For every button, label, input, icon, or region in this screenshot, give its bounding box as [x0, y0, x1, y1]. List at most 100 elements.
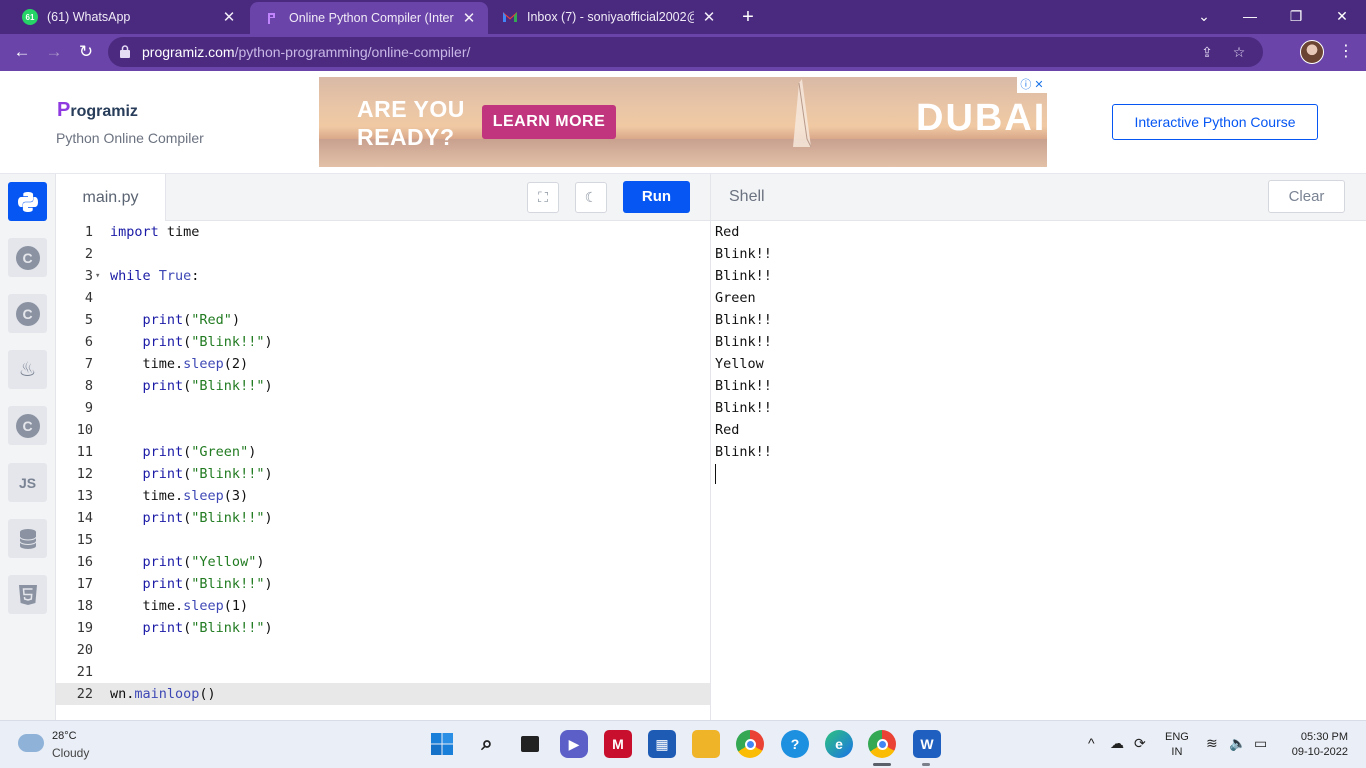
code-line[interactable]: 3 ▾ while True:	[56, 265, 710, 287]
onedrive-offline-icon[interactable]: ☁	[1110, 735, 1124, 752]
code-line[interactable]: 11 print("Green")	[56, 441, 710, 463]
code-line[interactable]: 13 time.sleep(3)	[56, 485, 710, 507]
clear-button[interactable]: Clear	[1268, 180, 1345, 213]
code-line[interactable]: 6 print("Blink!!")	[56, 331, 710, 353]
weather-description[interactable]: Cloudy	[52, 746, 89, 760]
reload-icon[interactable]: ↻	[72, 38, 100, 66]
code-line[interactable]: 16 print("Yellow")	[56, 551, 710, 573]
language-csharp-button[interactable]: C	[8, 406, 47, 445]
share-icon[interactable]: ⇪	[1198, 43, 1216, 61]
interactive-python-course-button[interactable]: Interactive Python Course	[1112, 104, 1318, 140]
address-bar[interactable]: programiz.com/python-programming/online-…	[108, 37, 1263, 67]
close-tab-icon[interactable]: ✕	[700, 8, 718, 26]
csharp-icon: C	[15, 413, 40, 438]
close-window-icon[interactable]: ✕	[1319, 0, 1365, 34]
tab-whatsapp[interactable]: 61 (61) WhatsApp ✕	[8, 0, 248, 34]
language-html-button[interactable]	[8, 575, 47, 614]
language-sql-button[interactable]	[8, 519, 47, 558]
code-line[interactable]: 7 time.sleep(2)	[56, 353, 710, 375]
fold-arrow-icon[interactable]: ▾	[95, 265, 100, 287]
line-number: 3	[84, 268, 93, 284]
code-line[interactable]: 22 wn.mainloop()	[56, 683, 710, 705]
profile-avatar[interactable]	[1300, 40, 1324, 64]
windows-start-icon[interactable]	[428, 730, 456, 758]
sync-icon[interactable]: ⟳	[1134, 735, 1146, 752]
url-text: programiz.com/python-programming/online-…	[142, 44, 470, 60]
code-line[interactable]: 15	[56, 529, 710, 551]
new-tab-button[interactable]: +	[736, 3, 760, 31]
language-cpp-button[interactable]: C	[8, 294, 47, 333]
ad-learn-more-button[interactable]: LEARN MORE	[482, 105, 616, 139]
code-line[interactable]: 2	[56, 243, 710, 265]
code-token: "Red"	[191, 312, 232, 328]
tab-online-python-compiler[interactable]: Online Python Compiler (Interpre ✕	[250, 2, 488, 34]
battery-icon[interactable]: ▭	[1254, 735, 1267, 752]
code-line[interactable]: 8 print("Blink!!")	[56, 375, 710, 397]
file-explorer-icon[interactable]	[692, 730, 720, 758]
forward-arrow-icon[interactable]: →	[40, 38, 68, 66]
line-number: 22	[76, 686, 93, 702]
adchoices-icon[interactable]: ⓘ ✕	[1017, 77, 1047, 93]
code-editor[interactable]: 1 import time 2 3 ▾ while True: 4 5 print("Red"…	[56, 221, 710, 720]
search-icon[interactable]: ⌕	[473, 730, 501, 758]
code-line[interactable]: 4	[56, 287, 710, 309]
advertisement-banner[interactable]: ARE YOU READY? LEARN MORE DUBAI ⓘ ✕	[319, 77, 1047, 167]
code-token: )	[264, 378, 273, 394]
language-c-button[interactable]: C	[8, 238, 47, 277]
programiz-logo[interactable]: Programiz	[57, 99, 138, 122]
lock-icon	[120, 45, 130, 58]
shell-output-line: Red	[715, 224, 740, 240]
get-help-icon[interactable]: ?	[781, 730, 809, 758]
show-hidden-icons-chevron-icon[interactable]: ^	[1088, 735, 1095, 751]
system-clock[interactable]: 05:30 PM 09-10-2022	[1284, 730, 1348, 760]
microsoft-store-icon[interactable]: ▦	[648, 730, 676, 758]
cloud-icon[interactable]	[18, 734, 44, 752]
active-app-indicator	[873, 763, 891, 766]
editor-toolbar: main.py ⛶ ☾ Run	[56, 174, 710, 221]
code-line[interactable]: 14 print("Blink!!")	[56, 507, 710, 529]
code-line[interactable]: 21	[56, 661, 710, 683]
tab-gmail-inbox[interactable]: Inbox (7) - soniyaofficial2002@gr ✕	[488, 0, 728, 34]
wifi-icon[interactable]: ≋	[1206, 735, 1218, 752]
close-tab-icon[interactable]: ✕	[220, 8, 238, 26]
weather-temperature[interactable]: 28°C	[52, 730, 77, 742]
language-python-button[interactable]	[8, 182, 47, 221]
edge-icon[interactable]: e	[825, 730, 853, 758]
volume-icon[interactable]: 🔈	[1229, 735, 1246, 752]
code-line[interactable]: 19 print("Blink!!")	[56, 617, 710, 639]
chrome-profile-icon[interactable]	[868, 730, 896, 758]
code-line[interactable]: 9	[56, 397, 710, 419]
language-javascript-button[interactable]: JS	[8, 463, 47, 502]
language-java-button[interactable]: ♨	[8, 350, 47, 389]
close-tab-icon[interactable]: ✕	[460, 9, 478, 27]
bookmark-star-icon[interactable]: ☆	[1230, 43, 1248, 61]
code-line[interactable]: 17 print("Blink!!")	[56, 573, 710, 595]
line-number: 10	[76, 422, 93, 438]
code-token: )	[264, 334, 273, 350]
code-text: print("Blink!!")	[110, 375, 273, 397]
fullscreen-icon[interactable]: ⛶	[527, 182, 559, 213]
shell-output[interactable]: Red Blink!! Blink!! Green Blink!! Blink!! Yell…	[710, 221, 1366, 720]
code-line[interactable]: 1 import time	[56, 221, 710, 243]
chrome-icon[interactable]	[736, 730, 764, 758]
code-line[interactable]: 10	[56, 419, 710, 441]
mcafee-icon[interactable]: M	[604, 730, 632, 758]
restore-icon[interactable]: ❐	[1273, 0, 1319, 34]
input-language[interactable]: ENG IN	[1165, 730, 1189, 760]
tab-search-icon[interactable]: ⌄	[1181, 0, 1227, 34]
minimize-icon[interactable]: —	[1227, 0, 1273, 34]
back-arrow-icon[interactable]: ←	[8, 38, 36, 66]
dark-mode-moon-icon[interactable]: ☾	[575, 182, 607, 213]
code-line[interactable]: 20	[56, 639, 710, 661]
run-button[interactable]: Run	[623, 181, 690, 213]
file-tab-main-py[interactable]: main.py	[56, 174, 166, 221]
code-token: print	[142, 576, 184, 592]
code-line[interactable]: 18 time.sleep(1)	[56, 595, 710, 617]
code-line[interactable]: 12 print("Blink!!")	[56, 463, 710, 485]
browser-menu-icon[interactable]: ⋮	[1338, 38, 1354, 66]
word-icon[interactable]: W	[913, 730, 941, 758]
teams-chat-icon[interactable]: ▶	[560, 730, 588, 758]
code-line[interactable]: 5 print("Red")	[56, 309, 710, 331]
task-view-icon[interactable]	[516, 730, 544, 758]
